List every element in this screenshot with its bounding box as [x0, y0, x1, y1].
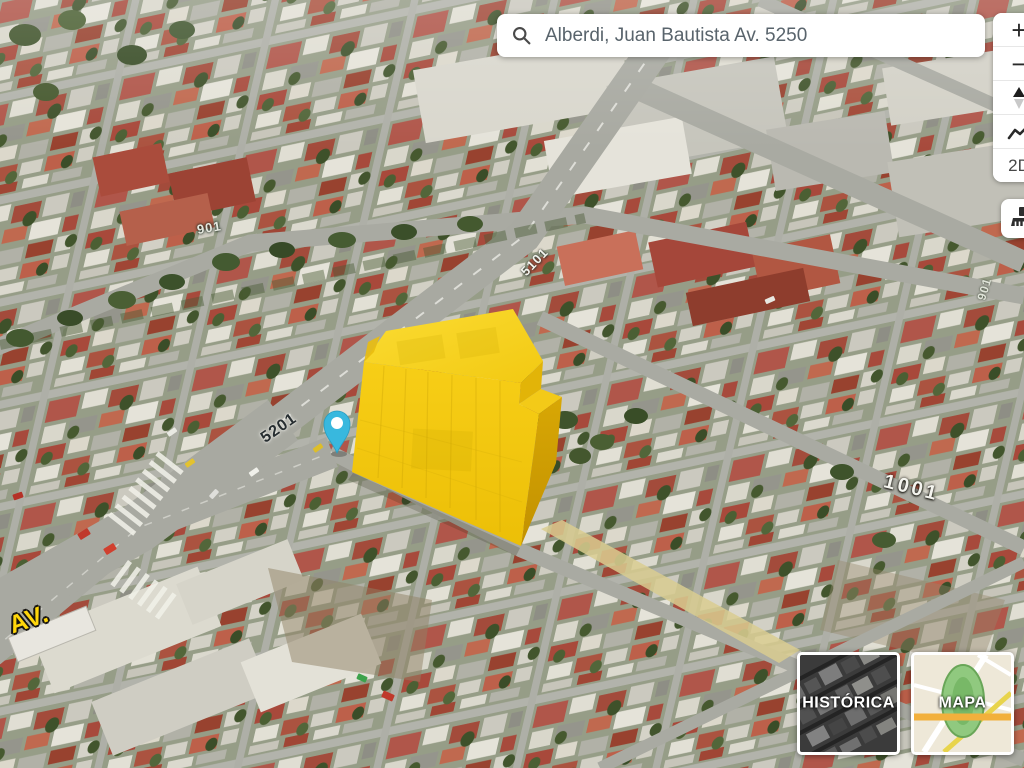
search-icon	[511, 25, 532, 46]
compass-icon	[1009, 86, 1024, 110]
search-input[interactable]	[543, 24, 971, 48]
historic-layer-button[interactable]: HISTÓRICA	[797, 652, 900, 755]
search-bar	[497, 14, 985, 57]
zoom-out-button[interactable]: −	[993, 47, 1024, 80]
2d-mode-button[interactable]: 2D	[993, 149, 1024, 182]
elevation-profile-button[interactable]	[993, 115, 1024, 148]
brush-icon	[1009, 206, 1024, 232]
map-layer-button[interactable]: MAPA	[911, 652, 1014, 755]
map-controls: + − 2D	[993, 13, 1024, 182]
clean-tool-button[interactable]	[1001, 199, 1024, 238]
compass-button[interactable]	[993, 81, 1024, 114]
zoom-in-button[interactable]: +	[993, 13, 1024, 46]
line-chart-icon	[1007, 122, 1024, 142]
map-layer-label: MAPA	[914, 694, 1011, 712]
historic-layer-label: HISTÓRICA	[800, 694, 897, 712]
